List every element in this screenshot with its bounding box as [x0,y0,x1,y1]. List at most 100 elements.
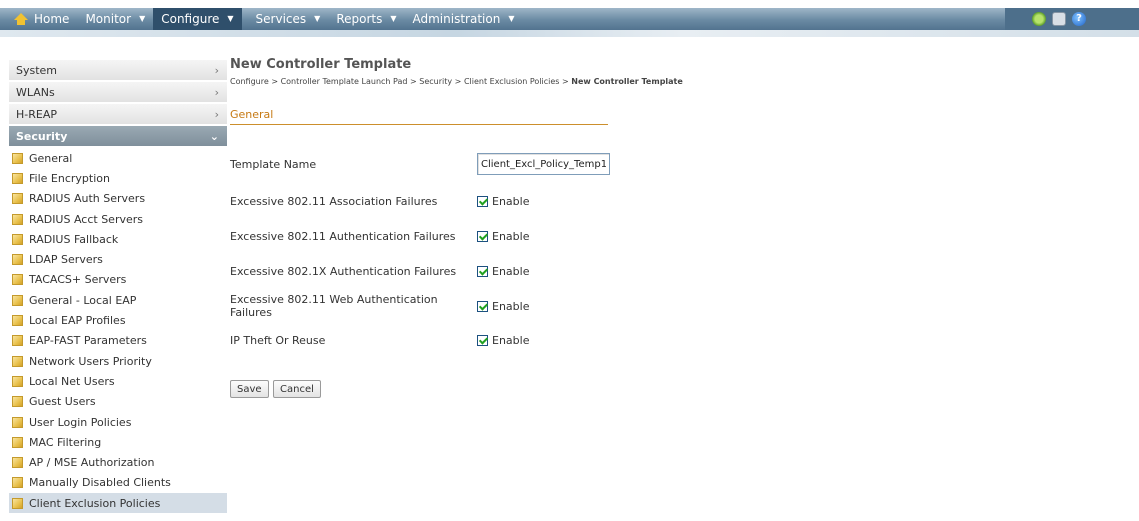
caret-down-icon: ▼ [390,14,397,23]
folder-icon [12,274,23,286]
checkbox-checked-icon[interactable] [477,195,488,207]
sidebar-item-radius-fallback[interactable]: RADIUS Fallback [9,229,227,249]
sidebar-item-eap-fast-parameters[interactable]: EAP-FAST Parameters [9,331,227,351]
sidebar-item-tacacs-servers[interactable]: TACACS+ Servers [9,270,227,290]
option-label: Excessive 802.11 Web Authentication Fail… [230,293,438,319]
sidebar-item-ap-mse-authorization[interactable]: AP / MSE Authorization [9,452,227,472]
sidebar-item-general-local-eap[interactable]: General - Local EAP [9,290,227,310]
caret-down-icon: ▼ [139,14,146,23]
folder-icon [12,233,23,245]
folder-icon [12,172,23,184]
menu-monitor[interactable]: Monitor ▼ [77,8,153,30]
option-row: Excessive 802.1X Authentication Failures… [230,261,529,281]
sidebar-item-manually-disabled-clients[interactable]: Manually Disabled Clients [9,473,227,493]
breadcrumb-item[interactable]: Configure [230,77,269,86]
menu-home-label: Home [34,12,70,26]
breadcrumb: Configure > Controller Template Launch P… [230,77,1130,86]
sidebar-item-label: MAC Filtering [29,435,102,449]
page-title: New Controller Template [230,57,412,72]
checkbox-checked-icon[interactable] [477,334,488,346]
sidebar-item-label: LDAP Servers [29,253,103,267]
enable-checkbox[interactable]: Enable [477,265,529,278]
sidebar-item-client-exclusion-policies[interactable]: Client Exclusion Policies [9,493,227,514]
breadcrumb-item[interactable]: Controller Template Launch Pad [281,77,408,86]
sidebar-item-label: Local Net Users [29,374,115,388]
checkbox-checked-icon[interactable] [477,230,488,242]
breadcrumb-separator: > [268,77,281,86]
sidebar-section-security[interactable]: Security ⌄ [9,126,227,148]
sidebar-item-file-encryption[interactable]: File Encryption [9,168,227,188]
option-row: Excessive 802.11 Web Authentication Fail… [230,293,529,319]
section-header-general: General [230,108,608,125]
option-label: Excessive 802.11 Association Failures [230,194,438,208]
security-submenu: General File Encryption RADIUS Auth Server… [9,148,227,514]
folder-icon [12,294,23,306]
sidebar-section-label: WLANs [16,85,55,99]
menu-home[interactable]: Home [0,8,77,30]
sidebar-item-label: EAP-FAST Parameters [29,334,147,348]
sidebar-item-local-net-users[interactable]: Local Net Users [9,371,227,391]
enable-checkbox[interactable]: Enable [477,334,529,347]
sidebar-item-ldap-servers[interactable]: LDAP Servers [9,249,227,269]
folder-icon [12,396,23,408]
sidebar-item-radius-acct-servers[interactable]: RADIUS Acct Servers [9,209,227,229]
sidebar-item-guest-users[interactable]: Guest Users [9,392,227,412]
folder-icon [12,355,23,367]
checkbox-checked-icon[interactable] [477,300,488,312]
nav-shadow [0,30,1139,37]
save-button[interactable]: Save [230,380,269,398]
folder-icon [12,477,23,489]
sidebar-item-label: General [29,151,73,165]
sidebar-section-h-reap[interactable]: H-REAP › [9,104,227,126]
option-row: IP Theft Or Reuse Enable [230,330,529,350]
sidebar-section-label: Security [16,129,68,143]
main-menu: Home Monitor ▼ Configure ▼ Services ▼ Re… [0,8,522,30]
menu-configure[interactable]: Configure ▼ [153,8,242,30]
sidebar-item-label: RADIUS Fallback [29,232,119,246]
folder-icon [12,315,23,327]
sidebar-item-general[interactable]: General [9,148,227,168]
sidebar: System › WLANs › H-REAP › Security ⌄ Gen… [9,60,227,514]
sidebar-section-label: H-REAP [16,107,57,121]
top-navigation-bar: Home Monitor ▼ Configure ▼ Services ▼ Re… [0,0,1139,37]
sidebar-item-label: File Encryption [29,171,110,185]
menu-services-label: Services [255,12,307,26]
breadcrumb-item[interactable]: Security [419,77,452,86]
caret-down-icon: ▼ [508,14,515,23]
folder-icon [12,152,23,164]
template-name-input[interactable] [477,153,610,175]
option-label: IP Theft Or Reuse [230,333,326,347]
template-name-label: Template Name [230,157,317,171]
chevron-right-icon: › [214,63,219,77]
help-icon[interactable]: ? [1072,12,1086,26]
checkbox-label: Enable [492,229,530,243]
template-name-row: Template Name [230,153,610,175]
breadcrumb-separator: > [407,77,420,86]
print-icon[interactable] [1052,12,1066,26]
folder-icon [12,416,23,428]
sidebar-section-wlans[interactable]: WLANs › [9,82,227,104]
cancel-button[interactable]: Cancel [273,380,321,398]
enable-checkbox[interactable]: Enable [477,230,529,243]
enable-checkbox[interactable]: Enable [477,300,529,313]
toolbar-icons: ? [1005,8,1139,30]
folder-icon [12,213,23,225]
sidebar-item-user-login-policies[interactable]: User Login Policies [9,412,227,432]
chevron-right-icon: › [214,85,219,99]
enable-checkbox[interactable]: Enable [477,195,529,208]
sidebar-item-label: RADIUS Acct Servers [29,212,144,226]
home-icon [14,13,28,25]
sidebar-section-system[interactable]: System › [9,60,227,82]
sidebar-item-network-users-priority[interactable]: Network Users Priority [9,351,227,371]
sidebar-item-label: Guest Users [29,395,96,409]
sidebar-item-radius-auth-servers[interactable]: RADIUS Auth Servers [9,189,227,209]
menu-administration[interactable]: Administration ▼ [405,8,523,30]
breadcrumb-item[interactable]: Client Exclusion Policies [464,77,560,86]
checkbox-checked-icon[interactable] [477,265,488,277]
checkbox-label: Enable [492,194,530,208]
favorites-icon[interactable] [1032,12,1046,26]
menu-reports[interactable]: Reports ▼ [328,8,404,30]
sidebar-item-mac-filtering[interactable]: MAC Filtering [9,432,227,452]
sidebar-item-local-eap-profiles[interactable]: Local EAP Profiles [9,310,227,330]
menu-services[interactable]: Services ▼ [242,8,329,30]
